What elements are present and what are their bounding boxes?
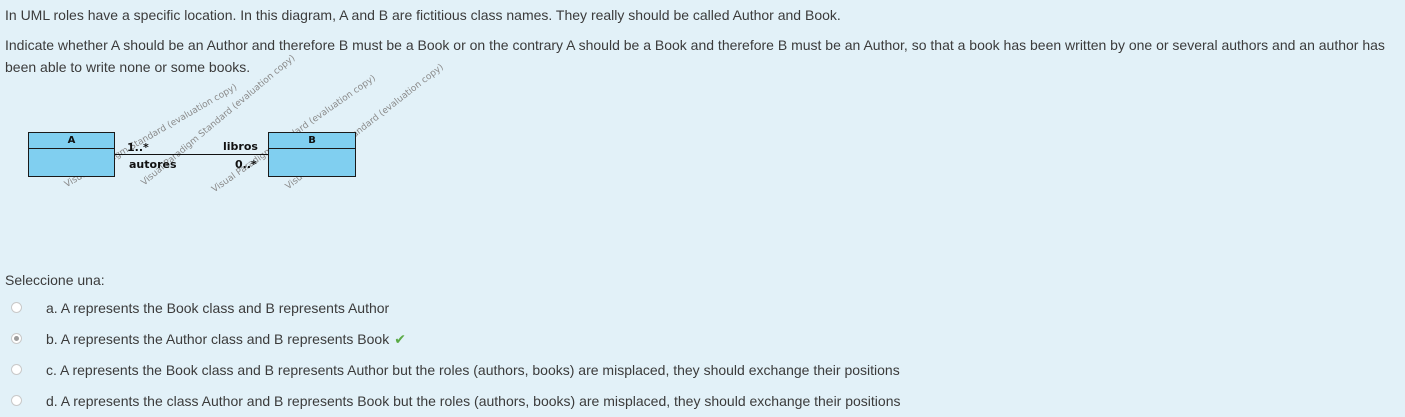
radio-option-c[interactable] (11, 364, 22, 375)
uml-diagram: Visual Paradigm Standard (evaluation cop… (28, 53, 446, 200)
role-a: autores (129, 158, 177, 171)
answer-prompt: Seleccione una: (5, 272, 105, 288)
class-a-name: A (29, 133, 114, 149)
question-intro: In UML roles have a specific location. I… (5, 7, 841, 23)
role-b: libros (223, 140, 258, 153)
option-a-label[interactable]: a. A represents the Book class and B rep… (46, 298, 389, 318)
option-b-label[interactable]: b. A represents the Author class and B r… (46, 331, 389, 347)
checkmark-icon: ✔ (394, 332, 406, 348)
radio-option-d[interactable] (11, 395, 22, 406)
class-b-box: B (268, 132, 356, 177)
option-c-label[interactable]: c. A represents the Book class and B rep… (46, 360, 900, 380)
answer-option-b[interactable]: b. A represents the Author class and B r… (0, 329, 1000, 351)
answer-option-d[interactable]: d. A represents the class Author and B r… (0, 391, 1000, 413)
option-d-label[interactable]: d. A represents the class Author and B r… (46, 391, 901, 411)
multiplicity-b: 0..* (235, 158, 257, 171)
answer-option-a[interactable]: a. A represents the Book class and B rep… (0, 298, 1000, 320)
option-b-label-wrap[interactable]: b. A represents the Author class and B r… (46, 329, 406, 350)
class-a-box: A (28, 132, 115, 177)
question-instruction: Indicate whether A should be an Author a… (5, 37, 1385, 75)
multiplicity-a: 1..* (127, 141, 149, 154)
answer-option-c[interactable]: c. A represents the Book class and B rep… (0, 360, 1000, 382)
radio-option-a[interactable] (11, 302, 22, 313)
class-b-name: B (269, 133, 355, 149)
radio-option-b[interactable] (11, 333, 22, 344)
association-line (115, 154, 268, 155)
